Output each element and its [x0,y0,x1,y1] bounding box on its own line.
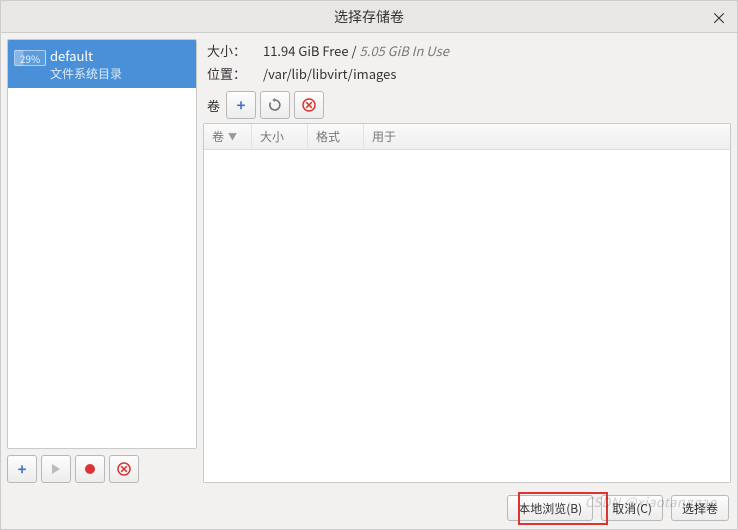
add-pool-button[interactable]: + [7,455,37,483]
browse-local-button[interactable]: 本地浏览(B) [507,495,593,521]
col-used[interactable]: 用于 [364,124,730,149]
close-icon[interactable]: × [711,1,727,33]
dialog-window: 选择存储卷 × 29% default 文件系统目录 + [0,0,738,530]
content-area: 29% default 文件系统目录 + 大小： [1,33,737,489]
size-row: 大小： 11.94 GiB Free / 5.05 GiB In Use [203,39,731,62]
col-size[interactable]: 大小 [252,124,308,149]
delete-pool-button[interactable] [109,455,139,483]
watermark-text: CSDN @xiaotanggao [585,492,717,511]
location-value: /var/lib/libvirt/images [263,64,396,83]
volume-toolbar-label: 卷 [207,96,222,115]
left-pane: 29% default 文件系统目录 + [7,39,197,483]
location-label: 位置： [207,64,255,83]
pool-usage-bar: 29% [14,50,46,66]
pool-item-default[interactable]: 29% default 文件系统目录 [8,40,196,88]
plus-icon: + [18,459,27,480]
col-volume[interactable]: 卷▼ [204,124,252,149]
table-body[interactable] [204,150,730,482]
refresh-icon [268,98,282,112]
titlebar: 选择存储卷 × [1,1,737,33]
pool-subtitle: 文件系统目录 [50,65,190,82]
footer: 本地浏览(B) 取消(C) 选择卷 CSDN @xiaotanggao [1,489,737,529]
delete-volume-button[interactable] [294,91,324,119]
size-value: 11.94 GiB Free / 5.05 GiB In Use [263,41,449,60]
table-header: 卷▼ 大小 格式 用于 [204,124,730,150]
cancel-icon [302,98,316,112]
size-label: 大小： [207,41,255,60]
sort-desc-icon: ▼ [228,130,237,143]
plus-icon: + [237,95,246,116]
right-pane: 大小： 11.94 GiB Free / 5.05 GiB In Use 位置：… [203,39,731,483]
record-icon [84,463,96,475]
add-volume-button[interactable]: + [226,91,256,119]
start-pool-button[interactable] [41,455,71,483]
volume-toolbar: 卷 + [203,85,731,123]
col-format[interactable]: 格式 [308,124,364,149]
play-icon [50,463,62,475]
volume-table: 卷▼ 大小 格式 用于 [203,123,731,483]
pool-name: default [50,46,190,65]
title-text: 选择存储卷 [334,7,404,27]
pool-list[interactable]: 29% default 文件系统目录 [7,39,197,449]
location-row: 位置： /var/lib/libvirt/images [203,62,731,85]
cancel-icon [117,462,131,476]
refresh-volume-button[interactable] [260,91,290,119]
stop-pool-button[interactable] [75,455,105,483]
pool-toolbar: + [7,449,197,483]
